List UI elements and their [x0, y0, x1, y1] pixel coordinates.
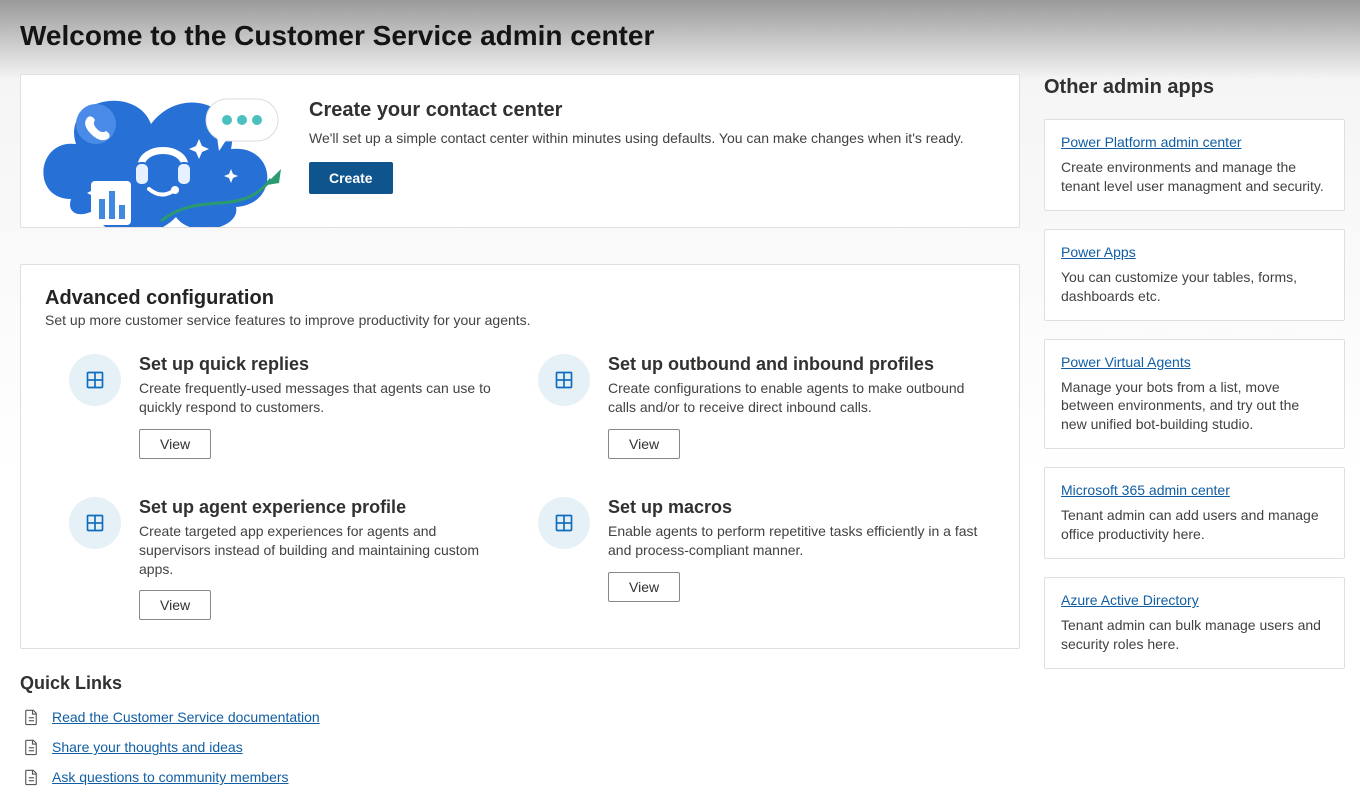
feature-title: Set up macros [608, 497, 978, 518]
feature-title: Set up agent experience profile [139, 497, 509, 518]
app-link[interactable]: Azure Active Directory [1061, 592, 1199, 608]
hero-title: Create your contact center [309, 99, 995, 122]
app-link[interactable]: Power Apps [1061, 244, 1136, 260]
document-icon [22, 768, 40, 786]
feature-desc: Create configurations to enable agents t… [608, 379, 978, 417]
app-desc: You can customize your tables, forms, da… [1061, 268, 1328, 306]
feature-quick-replies: Set up quick replies Create frequently-u… [69, 354, 522, 459]
grid-icon [69, 354, 121, 406]
view-button[interactable]: View [608, 572, 680, 602]
quick-link-row: Ask questions to community members [20, 768, 1020, 786]
grid-icon [538, 354, 590, 406]
view-button[interactable]: View [139, 590, 211, 620]
app-card-power-virtual-agents: Power Virtual Agents Manage your bots fr… [1044, 339, 1345, 450]
advanced-title: Advanced configuration [45, 287, 991, 310]
quick-links-section: Quick Links Read the Customer Service do… [20, 673, 1020, 786]
app-link[interactable]: Power Virtual Agents [1061, 354, 1191, 370]
advanced-subtitle: Set up more customer service features to… [45, 312, 991, 328]
quick-links-title: Quick Links [20, 673, 1020, 694]
feature-outbound-inbound: Set up outbound and inbound profiles Cre… [538, 354, 991, 459]
hero-illustration [21, 75, 301, 227]
quick-link[interactable]: Ask questions to community members [52, 769, 289, 785]
app-card-aad: Azure Active Directory Tenant admin can … [1044, 577, 1345, 669]
page-title: Welcome to the Customer Service admin ce… [20, 20, 1345, 52]
app-desc: Tenant admin can add users and manage of… [1061, 506, 1328, 544]
other-apps-title: Other admin apps [1044, 76, 1345, 99]
other-admin-apps-section: Other admin apps Power Platform admin ce… [1044, 74, 1345, 687]
view-button[interactable]: View [608, 429, 680, 459]
document-icon [22, 708, 40, 726]
app-link[interactable]: Microsoft 365 admin center [1061, 482, 1230, 498]
app-desc: Manage your bots from a list, move betwe… [1061, 378, 1328, 435]
quick-link[interactable]: Share your thoughts and ideas [52, 739, 243, 755]
create-button[interactable]: Create [309, 162, 393, 194]
quick-link-row: Share your thoughts and ideas [20, 738, 1020, 756]
app-link[interactable]: Power Platform admin center [1061, 134, 1242, 150]
feature-agent-experience: Set up agent experience profile Create t… [69, 497, 522, 621]
document-icon [22, 738, 40, 756]
feature-desc: Enable agents to perform repetitive task… [608, 522, 978, 560]
grid-icon [538, 497, 590, 549]
app-desc: Create environments and manage the tenan… [1061, 158, 1328, 196]
app-card-power-platform: Power Platform admin center Create envir… [1044, 119, 1345, 211]
view-button[interactable]: View [139, 429, 211, 459]
create-contact-center-card: Create your contact center We'll set up … [20, 74, 1020, 228]
feature-title: Set up outbound and inbound profiles [608, 354, 978, 375]
advanced-configuration-card: Advanced configuration Set up more custo… [20, 264, 1020, 649]
feature-desc: Create targeted app experiences for agen… [139, 522, 509, 579]
app-desc: Tenant admin can bulk manage users and s… [1061, 616, 1328, 654]
app-card-power-apps: Power Apps You can customize your tables… [1044, 229, 1345, 321]
hero-description: We'll set up a simple contact center wit… [309, 130, 995, 146]
quick-link-row: Read the Customer Service documentation [20, 708, 1020, 726]
quick-link[interactable]: Read the Customer Service documentation [52, 709, 320, 725]
app-card-m365: Microsoft 365 admin center Tenant admin … [1044, 467, 1345, 559]
feature-macros: Set up macros Enable agents to perform r… [538, 497, 991, 621]
grid-icon [69, 497, 121, 549]
advanced-grid: Set up quick replies Create frequently-u… [45, 354, 991, 620]
feature-title: Set up quick replies [139, 354, 509, 375]
feature-desc: Create frequently-used messages that age… [139, 379, 509, 417]
